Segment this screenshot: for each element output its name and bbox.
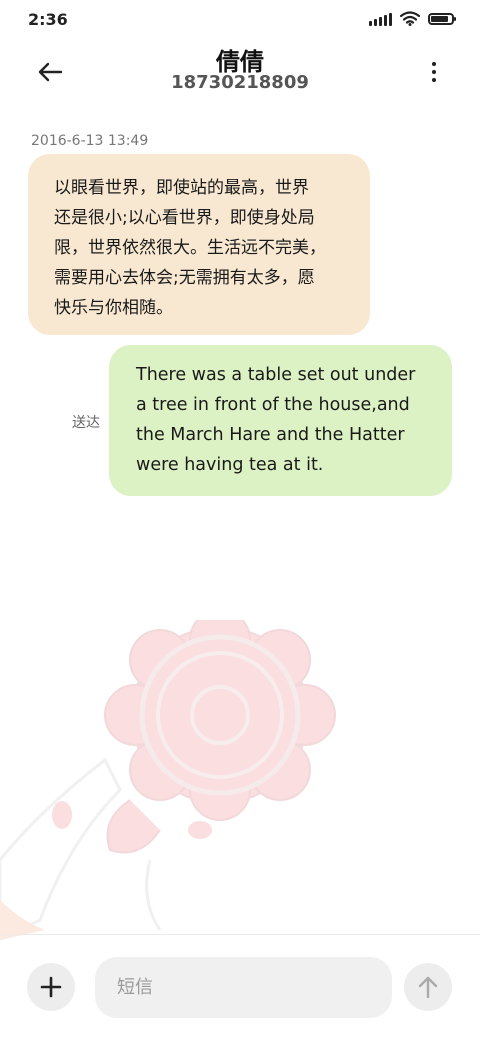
status-time: 2:36 xyxy=(28,10,68,29)
battery-level xyxy=(431,15,448,22)
wifi-icon xyxy=(400,11,420,26)
incoming-message-bubble[interactable]: 以眼看世界，即使站的最高，世界 还是很小;以心看世界，即使身处局 限，世界依然很… xyxy=(28,154,370,335)
send-button[interactable] xyxy=(404,963,452,1011)
plus-icon xyxy=(40,976,62,998)
message-timestamp: 2016-6-13 13:49 xyxy=(31,133,149,149)
more-vertical-icon-dot xyxy=(432,78,436,82)
add-attachment-button[interactable] xyxy=(27,963,75,1011)
contact-number: 18730218809 xyxy=(171,72,309,93)
more-vertical-icon-dot xyxy=(432,62,436,66)
arrow-up-icon xyxy=(418,976,438,999)
delivery-status: 送达 xyxy=(72,415,100,431)
more-options-button[interactable] xyxy=(424,54,444,90)
conversation-header: 倩倩 18730218809 xyxy=(0,40,480,110)
battery-icon xyxy=(428,12,456,25)
more-vertical-icon-dot xyxy=(432,70,436,74)
signal-icon xyxy=(369,12,392,26)
sms-input[interactable] xyxy=(95,957,392,1018)
mooncake-illustration xyxy=(0,620,336,940)
outgoing-message-bubble[interactable]: There was a table set out under a tree i… xyxy=(109,345,452,496)
status-bar: 2:36 xyxy=(0,0,480,40)
composer-divider xyxy=(0,934,480,935)
status-icons xyxy=(369,11,456,26)
